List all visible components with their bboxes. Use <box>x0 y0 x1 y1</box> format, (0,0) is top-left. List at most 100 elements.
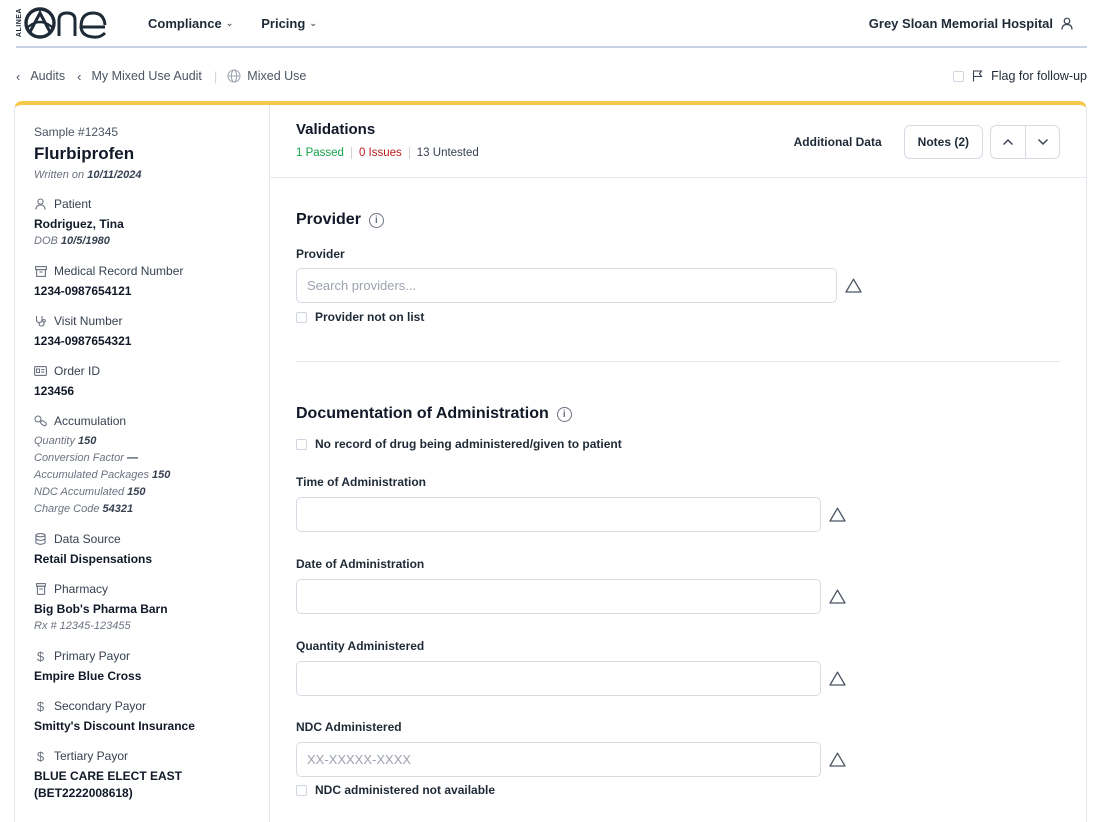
provider-title-text: Provider <box>296 211 361 228</box>
provider-not-on-list-checkbox[interactable] <box>296 311 307 323</box>
patient-name: Rodriguez, Tina <box>34 217 124 231</box>
dollar-icon: $ <box>36 748 45 764</box>
quantity-administered-input[interactable] <box>296 661 821 696</box>
no-record-checkbox[interactable] <box>296 438 307 450</box>
stats-divider <box>408 147 410 159</box>
passed-count: 1 Passed <box>296 147 344 159</box>
written-on: Written on 10/11/2024 <box>34 169 142 181</box>
visit-value: 1234-0987654321 <box>34 334 132 348</box>
previous-sample-button[interactable] <box>991 126 1025 158</box>
chevron-left-icon[interactable]: ‹ <box>77 69 81 84</box>
validation-form: Provider i Provider Provider not on list… <box>270 211 1086 797</box>
accumulation-charge: Charge Code 54321 <box>34 503 134 515</box>
pharmacy-value: Big Bob's Pharma Barn <box>34 602 168 616</box>
flag-label: Flag for follow-up <box>991 69 1087 83</box>
provider-search-input[interactable] <box>296 268 837 303</box>
logo-one-mark <box>24 7 107 39</box>
warning-triangle-icon <box>829 589 846 604</box>
ndc-not-available[interactable]: NDC administered not available <box>296 783 1060 797</box>
flag-follow-up[interactable]: Flag for follow-up <box>953 69 1087 83</box>
pharmacy-rx: Rx # 12345-123455 <box>34 620 131 632</box>
info-icon[interactable]: i <box>368 212 384 228</box>
ndc-label: NDC Administered <box>296 720 402 734</box>
provider-row <box>296 268 1060 303</box>
no-record-option[interactable]: No record of drug being administered/giv… <box>296 437 1060 451</box>
chevron-down-icon: ⌄ <box>225 17 234 28</box>
visit-section: Visit Number 1234-0987654321 <box>34 314 269 348</box>
section-divider <box>296 361 1060 362</box>
hospital-name: Grey Sloan Memorial Hospital <box>868 15 1053 31</box>
flag-checkbox[interactable] <box>953 70 965 82</box>
additional-data-button[interactable]: Additional Data <box>794 135 882 149</box>
nav-pricing[interactable]: Pricing ⌄ <box>261 16 317 31</box>
data-source-label: Data Source <box>54 532 121 546</box>
visit-label: Visit Number <box>54 314 123 328</box>
nav-compliance[interactable]: Compliance ⌄ <box>148 16 233 31</box>
provider-not-on-list[interactable]: Provider not on list <box>296 310 1060 324</box>
mrn-section: Medical Record Number 1234-0987654121 <box>34 264 269 298</box>
info-icon[interactable]: i <box>556 406 572 422</box>
pharmacy-section: Pharmacy Big Bob's Pharma Barn Rx # 1234… <box>34 582 269 633</box>
administration-section-title: Documentation of Administration i <box>296 405 1060 423</box>
pharmacy-label: Pharmacy <box>54 582 109 596</box>
accumulation-packages: Accumulated Packages 150 <box>34 469 171 481</box>
patient-label: Patient <box>54 197 92 211</box>
order-section: Order ID 123456 <box>34 364 269 398</box>
hospital-account-menu[interactable]: Grey Sloan Memorial Hospital <box>869 16 1087 31</box>
dollar-icon: $ <box>36 648 45 664</box>
provider-section-title: Provider i <box>296 211 1060 229</box>
secondary-payor-section: $ Secondary Payor Smitty's Discount Insur… <box>34 698 269 734</box>
sample-navigation <box>990 125 1060 159</box>
database-icon <box>34 533 47 546</box>
data-source-value: Retail Dispensations <box>34 552 153 566</box>
secondary-payor-label: Secondary Payor <box>54 699 147 713</box>
accumulation-label: Accumulation <box>54 414 127 428</box>
secondary-payor-value: Smitty's Discount Insurance <box>34 719 195 733</box>
date-of-administration-input[interactable] <box>296 579 821 614</box>
logo[interactable]: ALINEA <box>16 3 108 43</box>
pill-bottle-icon <box>34 583 47 596</box>
nav-pricing-label: Pricing <box>261 15 306 31</box>
date-row <box>296 579 1060 614</box>
quantity-label: Quantity Administered <box>296 639 425 653</box>
breadcrumb-audit[interactable]: My Mixed Use Audit <box>91 69 201 83</box>
breadcrumb-audits[interactable]: Audits <box>30 69 65 83</box>
mrn-value: 1234-0987654121 <box>34 284 132 298</box>
chevron-left-icon[interactable]: ‹ <box>16 69 20 84</box>
top-navigation: ALINEA Compliance ⌄ Pricing ⌄ Grey Sloan… <box>16 0 1087 48</box>
audit-card: Sample #12345 Flurbiprofen Written on 10… <box>14 101 1087 822</box>
ndc-not-available-checkbox[interactable] <box>296 784 307 796</box>
drug-name: Flurbiprofen <box>34 144 135 163</box>
time-of-administration-input[interactable] <box>296 497 821 532</box>
accumulation-conversion: Conversion Factor — <box>34 452 138 464</box>
accumulation-quantity: Quantity 150 <box>34 435 97 447</box>
chevron-down-icon <box>1037 139 1048 145</box>
tertiary-payor-section: $ Tertiary Payor BLUE CARE ELECT EAST (BE… <box>34 748 269 801</box>
accumulation-section: Accumulation Quantity 150 Conversion Fac… <box>34 414 269 516</box>
primary-payor-label: Primary Payor <box>54 649 131 663</box>
primary-payor-value: Empire Blue Cross <box>34 669 142 683</box>
order-label: Order ID <box>54 364 101 378</box>
sample-sidebar: Sample #12345 Flurbiprofen Written on 10… <box>15 105 270 822</box>
warning-triangle-icon <box>845 278 862 293</box>
patient-section: Patient Rodriguez, Tina DOB 10/5/1980 <box>34 197 269 248</box>
tertiary-payor-code: (BET2222008618) <box>34 786 133 800</box>
user-icon <box>34 198 47 211</box>
breadcrumb-divider: | <box>213 68 218 84</box>
accumulation-ndc: NDC Accumulated 150 <box>34 486 146 498</box>
validation-panel: Validations 1 Passed 0 Issues 13 Unteste… <box>270 105 1086 822</box>
no-record-label: No record of drug being administered/giv… <box>315 437 622 451</box>
notes-button[interactable]: Notes (2) <box>903 125 983 159</box>
dollar-icon: $ <box>36 698 45 714</box>
quantity-row <box>296 661 1060 696</box>
issues-count: 0 Issues <box>358 147 402 159</box>
logo-vertical-text: ALINEA <box>16 8 23 38</box>
warning-triangle-icon <box>829 752 846 767</box>
time-label: Time of Administration <box>296 475 427 489</box>
ndc-administered-input[interactable] <box>296 742 821 777</box>
next-sample-button[interactable] <box>1025 126 1059 158</box>
tertiary-payor-value: BLUE CARE ELECT EAST <box>34 769 183 783</box>
patient-dob: DOB 10/5/1980 <box>34 235 110 247</box>
id-card-icon <box>34 365 47 378</box>
administration-title-text: Documentation of Administration <box>296 405 549 422</box>
